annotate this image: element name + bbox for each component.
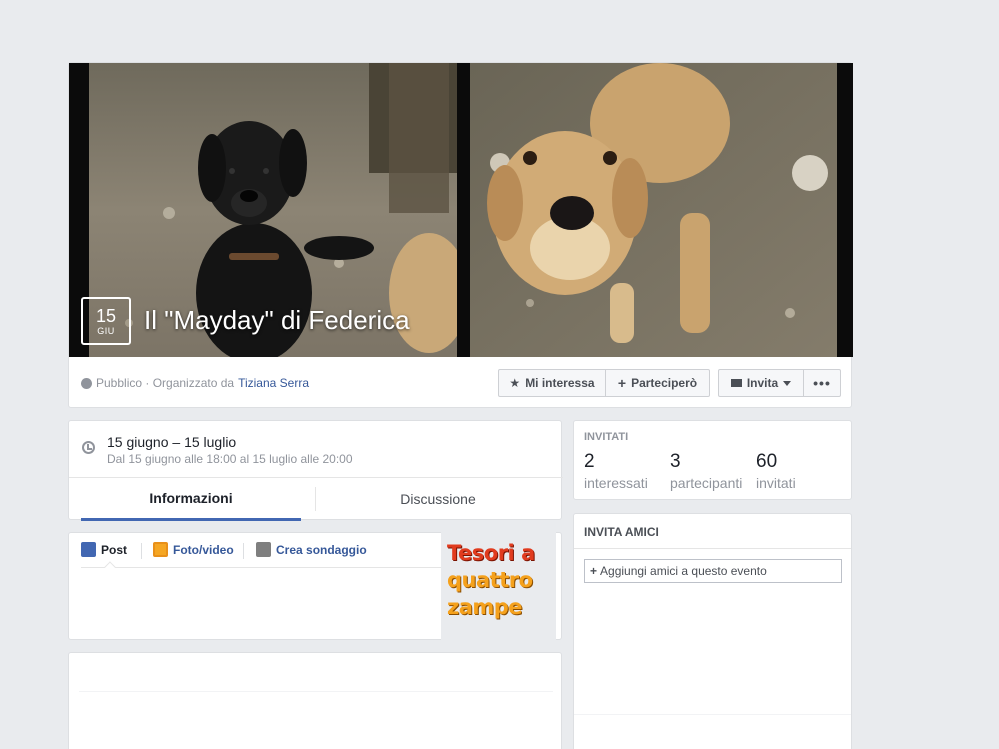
add-friends-input[interactable]: + Aggiungi amici a questo evento [584, 559, 842, 583]
composer-tab-post[interactable]: Post [81, 542, 127, 557]
tesori-logo-overlay: Tesori a quattro zampe [441, 530, 556, 647]
invite-friends-heading: INVITA AMICI [584, 525, 659, 539]
event-header-card: 15 GIU Il "Mayday" di Federica Pubblico … [68, 62, 853, 409]
feed-card [68, 652, 562, 749]
envelope-icon [730, 379, 742, 387]
logo-line-3: zampe [447, 595, 523, 619]
more-options-button[interactable]: ••• [803, 369, 841, 397]
composer-separator [243, 543, 244, 559]
pencil-icon [81, 542, 96, 557]
stat-interested[interactable]: 2 interessati [584, 451, 648, 491]
interested-label: Mi interessa [525, 376, 595, 390]
cover-photo-blonde-dog [470, 63, 837, 357]
add-friends-placeholder: Aggiungi amici a questo evento [600, 564, 767, 578]
composer-poll-label: Crea sondaggio [276, 542, 367, 557]
event-date-detail: Dal 15 giugno alle 18:00 al 15 luglio al… [107, 452, 353, 466]
organizer-link[interactable]: Tiziana Serra [238, 376, 309, 390]
composer-post-label: Post [101, 542, 128, 557]
star-icon: ★ [509, 376, 521, 390]
going-label: Parteciperò [631, 376, 698, 390]
invite-friends-card: INVITA AMICI + Aggiungi amici a questo e… [573, 513, 852, 749]
stat-interested-label: interessati [584, 475, 648, 491]
invite-button[interactable]: Invita [718, 369, 804, 397]
stat-going-count: 3 [670, 451, 681, 472]
composer-separator [141, 543, 142, 559]
stat-going-label: partecipanti [670, 475, 743, 491]
event-details-card: 15 giugno – 15 luglio Dal 15 giugno alle… [68, 420, 563, 521]
cover-photo[interactable]: 15 GIU Il "Mayday" di Federica [69, 63, 853, 357]
invited-card: INVITATI 2 interessati 3 partecipanti 60… [573, 420, 852, 500]
tesori-logo-text: Tesori a quattro zampe [447, 540, 535, 621]
composer-tab-photo[interactable]: Foto/video [153, 542, 234, 557]
event-date-badge: 15 GIU [81, 297, 131, 345]
logo-line-2: quattro [447, 568, 533, 592]
invite-label: Invita [746, 376, 779, 390]
logo-line-1: Tesori a [447, 541, 535, 565]
event-date-month: GIU [97, 326, 115, 336]
going-button[interactable]: + Parteciperò [605, 369, 710, 397]
stat-invited-label: invitati [756, 475, 796, 491]
invited-heading: INVITATI [584, 431, 629, 443]
tab-discussione[interactable]: Discussione [328, 477, 548, 521]
stat-invited-count: 60 [756, 451, 778, 472]
interested-button[interactable]: ★ Mi interessa [498, 369, 606, 397]
globe-icon [81, 377, 92, 389]
event-action-bar: Pubblico · Organizzato da Tiziana Serra … [69, 357, 853, 409]
invite-friends-footer-line [574, 714, 851, 715]
stat-going[interactable]: 3 partecipanti [670, 451, 742, 491]
feed-divider [79, 691, 553, 692]
plus-icon: + [617, 375, 627, 391]
privacy-text: Pubblico · Organizzato da [96, 376, 235, 390]
photo-icon [153, 542, 168, 557]
caret-down-icon [783, 380, 792, 386]
composer-photo-label: Foto/video [173, 542, 234, 557]
event-privacy-info: Pubblico · Organizzato da Tiziana Serra [81, 376, 309, 390]
composer-pointer [104, 561, 116, 573]
composer-tab-poll[interactable]: Crea sondaggio [256, 542, 367, 557]
invite-friends-divider [574, 548, 851, 549]
event-date-range: 15 giugno – 15 luglio [107, 434, 237, 450]
clock-icon [82, 441, 95, 454]
plus-icon: + [590, 564, 598, 578]
event-date-day: 15 [95, 306, 117, 326]
tab-separator [315, 487, 316, 511]
poll-icon [256, 542, 271, 557]
stat-interested-count: 2 [584, 451, 595, 472]
event-title: Il "Mayday" di Federica [144, 305, 410, 335]
stat-invited[interactable]: 60 invitati [756, 451, 796, 491]
tab-informazioni[interactable]: Informazioni [81, 477, 301, 521]
